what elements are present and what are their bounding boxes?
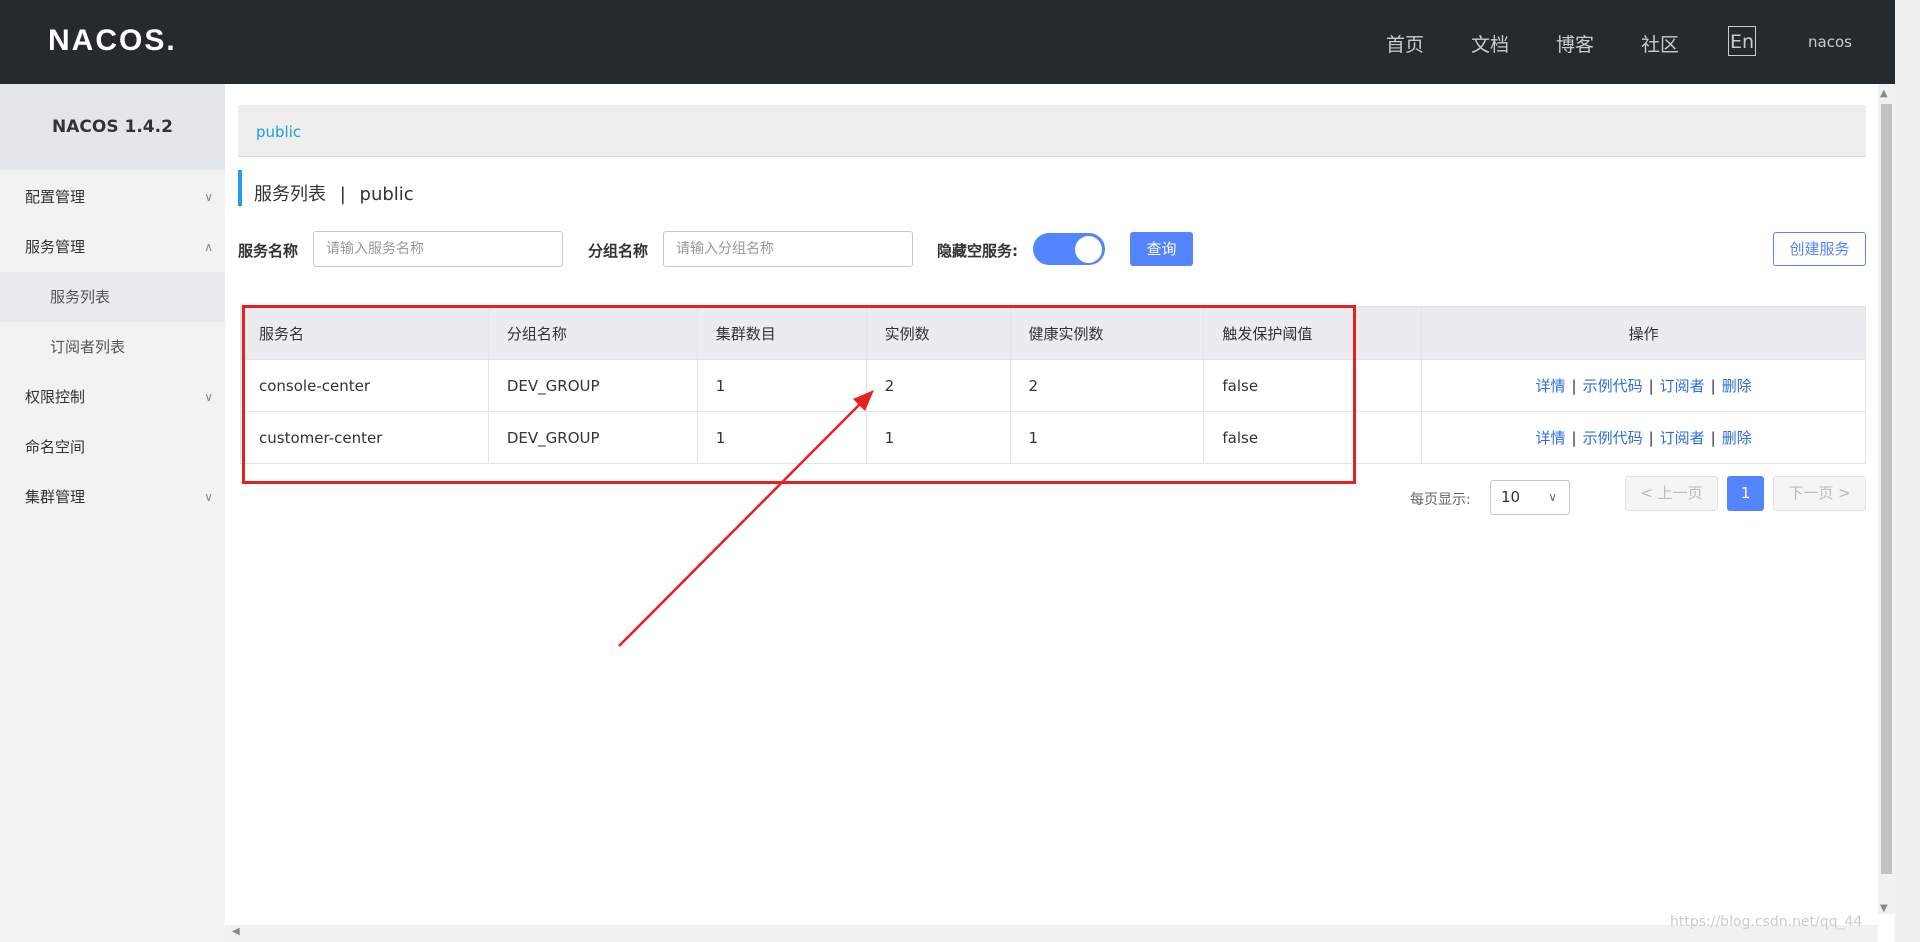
- vertical-scrollbar-thumb[interactable]: [1881, 104, 1892, 874]
- chevron-right-icon: >: [1838, 484, 1851, 502]
- page-number-current[interactable]: 1: [1727, 476, 1764, 511]
- chevron-down-icon: ∨: [1548, 490, 1557, 504]
- scroll-left-icon[interactable]: ◀: [232, 926, 240, 937]
- horizontal-scrollbar[interactable]: [225, 925, 1878, 942]
- page-size-select[interactable]: 10 ∨: [1490, 480, 1570, 515]
- scroll-down-icon[interactable]: ▼: [1880, 903, 1888, 914]
- window-edge: [1895, 0, 1920, 942]
- watermark: https://blog.csdn.net/qq_44: [1670, 914, 1863, 930]
- page-size-label: 每页显示:: [1410, 492, 1471, 508]
- next-page-button[interactable]: 下一页 >: [1773, 476, 1866, 511]
- next-page-label: 下一页: [1788, 484, 1834, 502]
- prev-page-label: 上一页: [1657, 484, 1703, 502]
- prev-page-button[interactable]: < 上一页: [1625, 476, 1718, 511]
- page-size-value: 10: [1501, 488, 1521, 506]
- annotation-arrow-icon: [618, 390, 874, 647]
- scroll-up-icon[interactable]: ▲: [1880, 88, 1888, 99]
- chevron-left-icon: <: [1640, 484, 1653, 502]
